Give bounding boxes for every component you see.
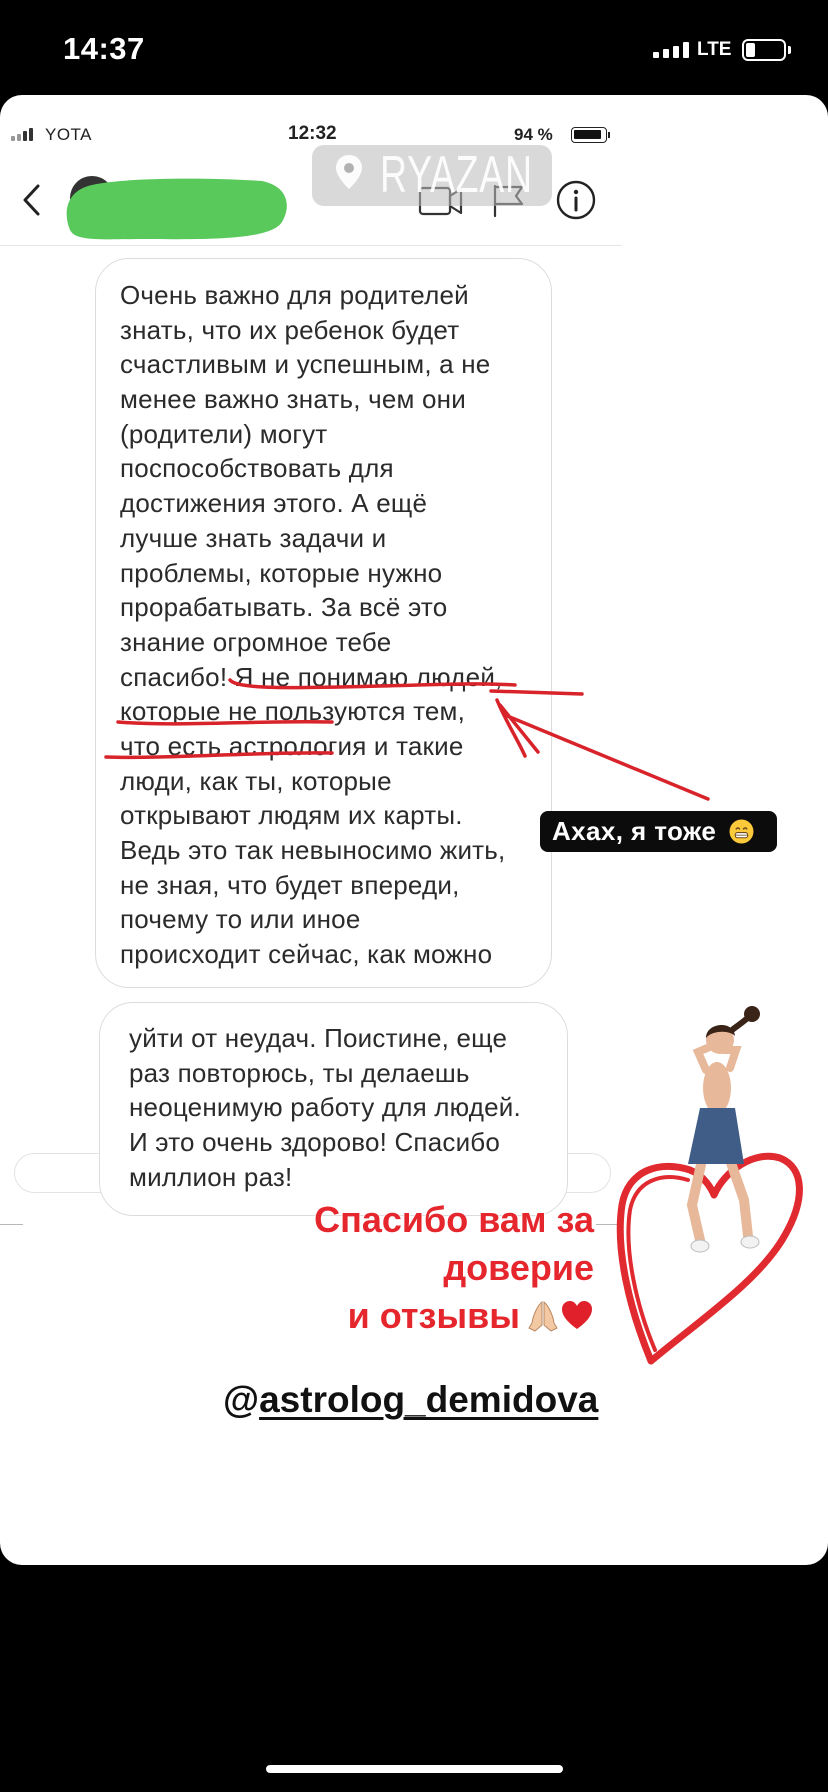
location-label: RYAZAN [380, 146, 533, 204]
caption-line-3: и отзывы [294, 1292, 594, 1340]
status-time: 14:37 [63, 31, 145, 66]
message-line: счастливым и успешным, а не [120, 349, 491, 380]
cellular-signal-icon [653, 42, 689, 58]
message-line: знать, что их ребенок будет [120, 314, 460, 345]
reply-text-sticker: Ахах, я тоже [540, 811, 777, 852]
message-line: уйти от неудач. Поистине, еще [129, 1023, 508, 1053]
inner-time: 12:32 [288, 123, 337, 144]
chevron-left-icon [23, 184, 40, 216]
message-line: (родители) могут [120, 418, 328, 449]
home-indicator[interactable] [266, 1765, 563, 1773]
message-line: люди, как ты, которые [120, 765, 392, 796]
message-line: менее важно знать, чем они [120, 384, 466, 415]
message-line: прорабатывать. За всё это [120, 592, 448, 623]
message-line: Очень важно для родителей [120, 280, 469, 310]
message-line: раз повторюсь, ты делаешь [129, 1057, 470, 1088]
message-line: достижения этого. А ещё [120, 488, 428, 519]
message-line: почему то или иное [120, 904, 361, 935]
red-heart-emoji-icon [562, 1301, 592, 1329]
screenshot-edge-line [596, 1224, 622, 1225]
message-line: открывают людям их карты. [120, 800, 463, 831]
message-line: не зная, что будет впереди, [120, 869, 460, 900]
header-divider [0, 245, 622, 246]
network-type: LTE [697, 39, 732, 60]
message-line: Ведь это так невыносимо жить, [120, 835, 506, 865]
message-line: спасибо! Я не понимаю людей, [120, 661, 503, 692]
message-line: знание огромное тебе [120, 626, 392, 657]
message-line: миллион раз! [129, 1161, 293, 1192]
message-line: неоценимую работу для людей. [129, 1092, 521, 1123]
location-sticker[interactable]: RYAZAN [312, 145, 552, 206]
message-bubble: уйти от неудач. Поистине, еще раз повтор… [99, 1002, 568, 1216]
inner-battery-tip [608, 132, 610, 138]
mention-handle: astrolog_demidova [259, 1379, 599, 1420]
info-icon [556, 180, 596, 220]
caption-line: доверие [443, 1247, 594, 1288]
message-line: поспособствовать для [120, 453, 394, 484]
thanks-caption: Спасибо вам за доверие и отзывы [294, 1196, 594, 1340]
inner-battery-icon [571, 127, 607, 143]
screenshot-edge-line [0, 1224, 23, 1225]
mention-at: @ [223, 1379, 260, 1420]
grinning-face-emoji-icon [729, 819, 754, 844]
green-redaction [66, 178, 287, 240]
caption-line: и отзывы [347, 1295, 520, 1336]
location-pin-icon [336, 155, 362, 189]
message-line: И это очень здорово! Спасибо [129, 1127, 501, 1158]
battery-tip [788, 46, 791, 54]
message-line: происходит сейчас, как можно [120, 939, 493, 970]
message-line: что есть астрология и такие [120, 730, 464, 761]
folded-hands-emoji-icon [528, 1300, 558, 1332]
battery-icon [742, 39, 786, 61]
inner-battery-percent: 94 % [514, 125, 553, 144]
reply-text: Ахах, я тоже [552, 816, 717, 846]
inner-signal-icon [11, 128, 35, 141]
inner-battery-fill [574, 130, 602, 139]
message-line: лучше знать задачи и [120, 522, 387, 553]
message-line: проблемы, которые нужно [120, 557, 443, 588]
battery-level-fill [746, 43, 755, 57]
mention-sticker[interactable]: @astrolog_demidova [223, 1378, 598, 1422]
message-bubble: Очень важно для родителей знать, что их … [95, 258, 552, 988]
message-line: которые не пользуются тем, [120, 696, 466, 727]
inner-carrier: YOTA [45, 125, 93, 144]
caption-line: Спасибо вам за [314, 1199, 594, 1240]
